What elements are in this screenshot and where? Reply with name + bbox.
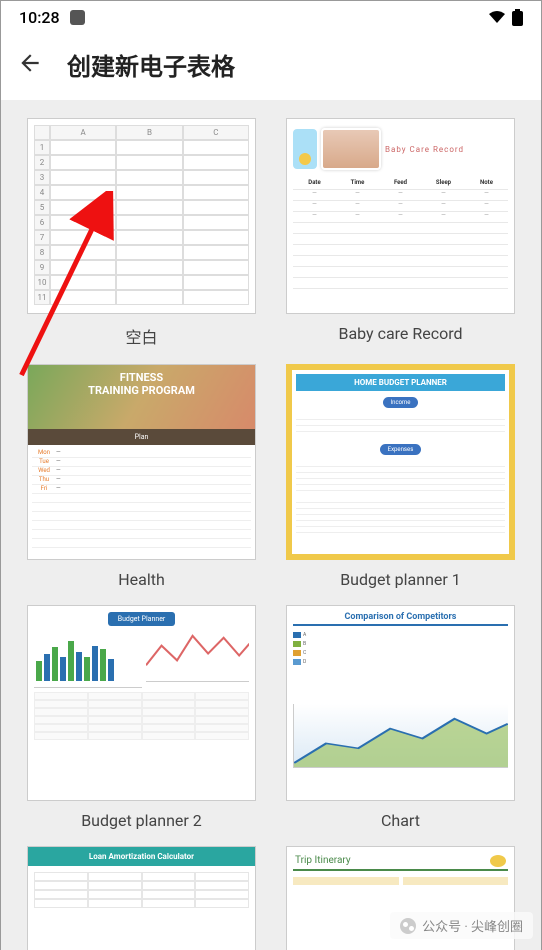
template-budget-2[interactable]: Budget Planner	[27, 605, 256, 830]
battery-icon	[512, 9, 523, 26]
template-loan[interactable]: Loan Amortization Calculator	[27, 846, 256, 950]
blank-spreadsheet-preview: A B C 1 2 3 4 5 6 7 8 9 10 11	[34, 125, 249, 305]
template-blank[interactable]: A B C 1 2 3 4 5 6 7 8 9 10 11 空白	[27, 118, 256, 348]
status-bar: 10:28	[1, 1, 541, 33]
status-time: 10:28	[19, 8, 60, 27]
baby-icon	[293, 129, 317, 169]
wifi-icon	[488, 10, 506, 24]
template-label: Budget planner 2	[27, 811, 256, 830]
watermark-text: 公众号 · 尖峰创圈	[422, 916, 523, 935]
baby-photo	[321, 128, 381, 170]
wechat-icon	[400, 918, 416, 934]
template-label: Health	[27, 570, 256, 589]
template-baby-care[interactable]: Baby Care Record DateTimeFeedSleepNote —…	[286, 118, 515, 348]
template-budget-1[interactable]: HOME BUDGET PLANNER Income Expenses Budg…	[286, 364, 515, 589]
template-chart[interactable]: Comparison of Competitors A B C D	[286, 605, 515, 830]
page-title: 创建新电子表格	[67, 47, 235, 82]
template-health[interactable]: FITNESS TRAINING PROGRAM Plan Mon— Tue— …	[27, 364, 256, 589]
template-label: 空白	[27, 324, 256, 348]
back-button[interactable]	[17, 50, 43, 80]
template-label: Baby care Record	[286, 324, 515, 343]
sun-icon	[490, 855, 506, 867]
template-gallery: A B C 1 2 3 4 5 6 7 8 9 10 11 空白	[1, 100, 541, 950]
template-label: Chart	[286, 811, 515, 830]
status-app-indicator	[70, 10, 85, 25]
template-label: Budget planner 1	[286, 570, 515, 589]
app-header: 创建新电子表格	[1, 33, 541, 100]
watermark: 公众号 · 尖峰创圈	[390, 912, 533, 939]
baby-preview-title: Baby Care Record	[385, 145, 464, 154]
